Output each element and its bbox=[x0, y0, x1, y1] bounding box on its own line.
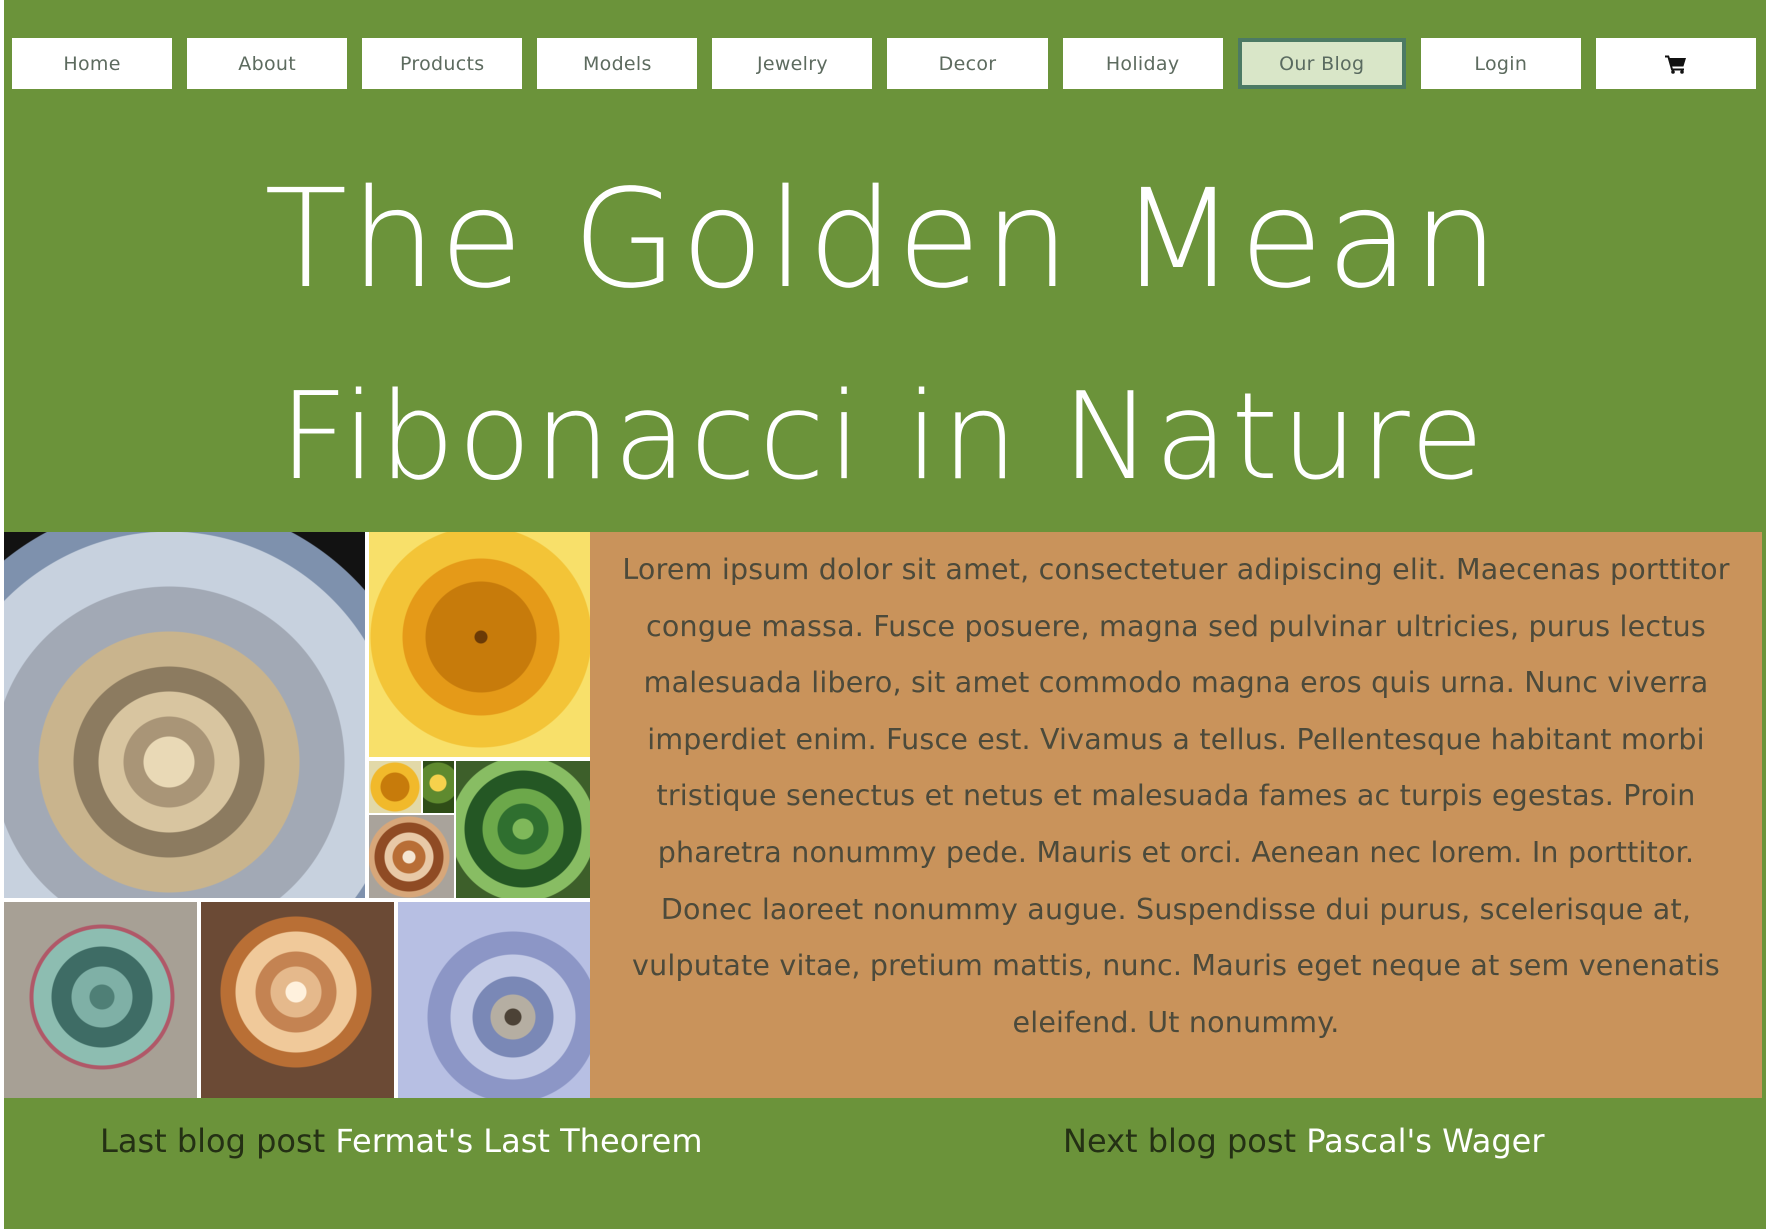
nav-our-blog[interactable]: Our Blog bbox=[1237, 38, 1406, 89]
article-body: Lorem ipsum dolor sit amet, consectetuer… bbox=[590, 532, 1762, 1098]
previous-post-link[interactable]: Fermat's Last Theorem bbox=[335, 1122, 702, 1160]
spiral-aloe-image bbox=[456, 761, 590, 898]
blue-shell-image bbox=[398, 902, 590, 1098]
next-post-link[interactable]: Pascal's Wager bbox=[1306, 1122, 1544, 1160]
previous-post-nav: Last blog post Fermat's Last Theorem bbox=[100, 1118, 703, 1164]
cart-button[interactable] bbox=[1595, 38, 1756, 89]
nav-home[interactable]: Home bbox=[12, 38, 173, 89]
nav-jewelry[interactable]: Jewelry bbox=[712, 38, 873, 89]
next-post-label: Next blog post bbox=[1063, 1122, 1307, 1160]
conch-shell-image bbox=[201, 902, 394, 1098]
top-navigation: Home About Products Models Jewelry Decor… bbox=[12, 38, 1756, 89]
small-sunflower-image bbox=[369, 761, 421, 813]
snail-shell-image bbox=[369, 815, 454, 898]
nav-holiday[interactable]: Holiday bbox=[1062, 38, 1223, 89]
page-subtitle: Fibonacci in Nature bbox=[279, 368, 1487, 507]
next-post-nav: Next blog post Pascal's Wager bbox=[1063, 1118, 1545, 1164]
nav-products[interactable]: Products bbox=[362, 38, 523, 89]
content-row: Lorem ipsum dolor sit amet, consectetuer… bbox=[4, 532, 1762, 1098]
nav-models[interactable]: Models bbox=[537, 38, 698, 89]
page-title: The Golden Mean bbox=[264, 161, 1502, 319]
previous-post-label: Last blog post bbox=[100, 1122, 336, 1160]
nav-about[interactable]: About bbox=[187, 38, 348, 89]
small-plant-image bbox=[423, 761, 454, 813]
nav-login[interactable]: Login bbox=[1420, 38, 1581, 89]
shopping-cart-icon bbox=[1664, 54, 1687, 74]
image-gallery bbox=[4, 532, 590, 1098]
nautilus-shell-image bbox=[4, 532, 365, 898]
nav-decor[interactable]: Decor bbox=[887, 38, 1048, 89]
succulent-image bbox=[4, 902, 197, 1098]
sunflower-image bbox=[369, 532, 590, 757]
